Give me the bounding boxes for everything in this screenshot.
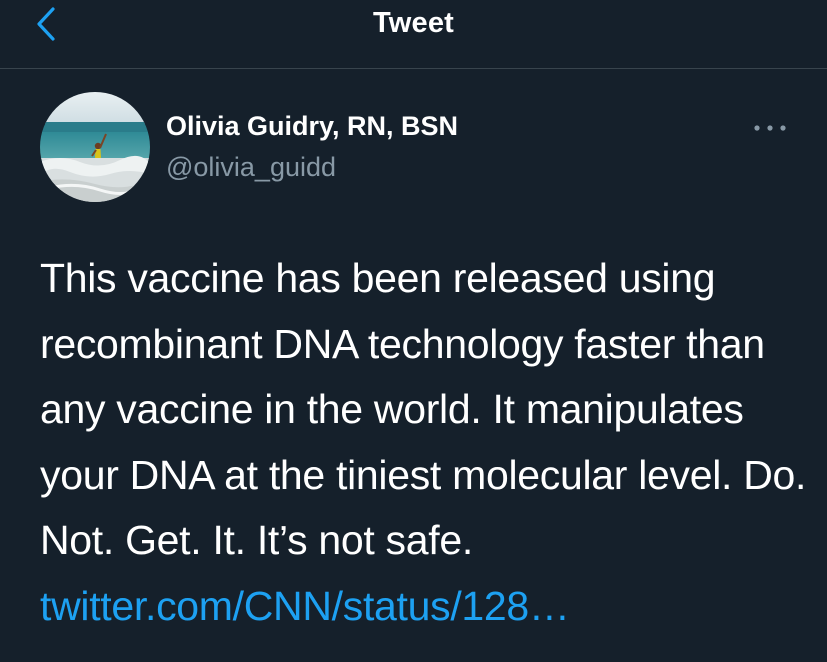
avatar[interactable] — [40, 92, 150, 202]
tweet-text: This vaccine has been released using rec… — [40, 246, 810, 639]
tweet-body: This vaccine has been released using rec… — [40, 255, 807, 563]
top-bar: Tweet — [0, 0, 827, 69]
more-horizontal-icon — [753, 119, 787, 137]
page-title: Tweet — [372, 7, 455, 39]
author-handle[interactable]: @olivia_guidd — [166, 152, 336, 183]
author-name[interactable]: Olivia Guidry, RN, BSN — [166, 111, 458, 142]
tweet-screen: Tweet Olivia Guidry, RN, BSN @olivia_gui… — [0, 0, 827, 662]
tweet-link[interactable]: twitter.com/CNN/status/128… — [40, 583, 570, 629]
more-options-button[interactable] — [748, 116, 792, 140]
